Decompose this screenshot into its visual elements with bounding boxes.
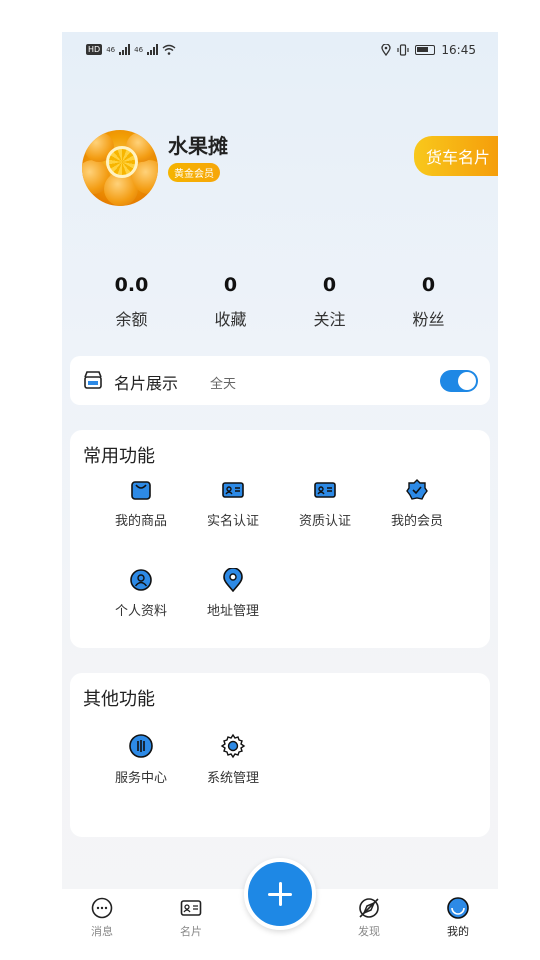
- stat-following[interactable]: 0 关注: [280, 274, 379, 330]
- stat-value: 0: [421, 274, 436, 296]
- profile-icon: [447, 897, 469, 919]
- membership-badge: 黄金会员: [168, 163, 220, 182]
- stat-value: 0: [223, 274, 238, 296]
- hd-indicator: HD: [86, 44, 103, 55]
- stat-favorites[interactable]: 0 收藏: [181, 274, 280, 330]
- compass-icon: [359, 898, 379, 918]
- stat-label: 粉丝: [412, 310, 445, 329]
- qualification-auth-item[interactable]: 资质认证: [280, 478, 370, 529]
- chat-icon: [91, 897, 113, 919]
- membership-badge-icon: [406, 479, 428, 500]
- card-icon: [180, 900, 202, 916]
- card-display-toggle[interactable]: [440, 370, 478, 392]
- card-display-title: 名片展示: [114, 374, 179, 393]
- avatar[interactable]: [82, 130, 158, 206]
- card-display-subtitle: 全天: [210, 377, 237, 392]
- item-label: 实名认证: [206, 514, 259, 529]
- service-icon: [129, 734, 153, 758]
- section-title: 其他功能: [83, 689, 155, 710]
- nav-messages[interactable]: 消息: [72, 897, 132, 939]
- wifi-icon: [162, 44, 176, 55]
- signal-icon-2: [147, 44, 159, 55]
- storefront-icon: [84, 371, 102, 389]
- location-icon: [381, 44, 392, 56]
- nav-label: 发现: [358, 925, 380, 938]
- stat-value: 0: [322, 274, 337, 296]
- signal-icon: [119, 44, 131, 55]
- service-center-item[interactable]: 服务中心: [96, 733, 186, 786]
- network-type-2: 46: [134, 45, 144, 54]
- clock: 16:45: [441, 43, 476, 57]
- stat-balance[interactable]: 0.0 余额: [82, 274, 181, 330]
- item-label: 服务中心: [114, 771, 167, 786]
- item-label: 系统管理: [206, 771, 259, 786]
- address-management-item[interactable]: 地址管理: [188, 568, 278, 619]
- real-name-auth-item[interactable]: 实名认证: [188, 478, 278, 529]
- battery-icon: [415, 45, 436, 55]
- nav-label: 我的: [447, 925, 469, 938]
- item-label: 我的商品: [114, 514, 167, 529]
- network-type: 46: [106, 45, 116, 54]
- common-functions-section: 常用功能 我的商品 实名认证 资质认证 我的会员 个人资料 地址管理: [70, 430, 490, 648]
- nav-mine[interactable]: 我的: [428, 897, 488, 939]
- person-icon: [130, 569, 152, 591]
- stat-value: 0.0: [114, 274, 149, 296]
- phone-screen: HD 46 46 16:45 水果摊 黄金会员 货车名片 0.0 余额 0 收藏…: [62, 32, 498, 947]
- nav-cards[interactable]: 名片: [161, 897, 221, 939]
- my-products-item[interactable]: 我的商品: [96, 478, 186, 529]
- location-pin-icon: [223, 568, 243, 592]
- item-label: 我的会员: [390, 514, 443, 529]
- other-functions-section: 其他功能 服务中心 系统管理: [70, 673, 490, 837]
- stats-row: 0.0 余额 0 收藏 0 关注 0 粉丝: [62, 274, 498, 330]
- truck-card-button[interactable]: 货车名片: [413, 136, 498, 176]
- stat-label: 余额: [115, 310, 148, 329]
- section-title: 常用功能: [83, 446, 155, 467]
- stat-label: 关注: [313, 310, 346, 329]
- stat-label: 收藏: [214, 310, 247, 329]
- status-bar: HD 46 46 16:45: [62, 32, 498, 68]
- user-name: 水果摊: [168, 134, 228, 158]
- vibrate-icon: [397, 44, 410, 56]
- personal-info-item[interactable]: 个人资料: [96, 568, 186, 619]
- item-label: 个人资料: [114, 604, 167, 619]
- stat-fans[interactable]: 0 粉丝: [379, 274, 478, 330]
- item-label: 地址管理: [206, 604, 259, 619]
- nav-label: 消息: [91, 925, 113, 938]
- shopping-bag-icon: [131, 481, 151, 500]
- nav-discover[interactable]: 发现: [339, 897, 399, 939]
- gear-icon: [220, 733, 246, 759]
- item-label: 资质认证: [298, 514, 351, 529]
- system-management-item[interactable]: 系统管理: [188, 733, 278, 786]
- certificate-icon: [314, 482, 336, 498]
- add-button[interactable]: [244, 858, 316, 930]
- id-card-icon: [222, 482, 244, 498]
- my-membership-item[interactable]: 我的会员: [372, 478, 462, 529]
- card-display-row: 名片展示 全天: [70, 356, 490, 405]
- nav-label: 名片: [180, 925, 202, 938]
